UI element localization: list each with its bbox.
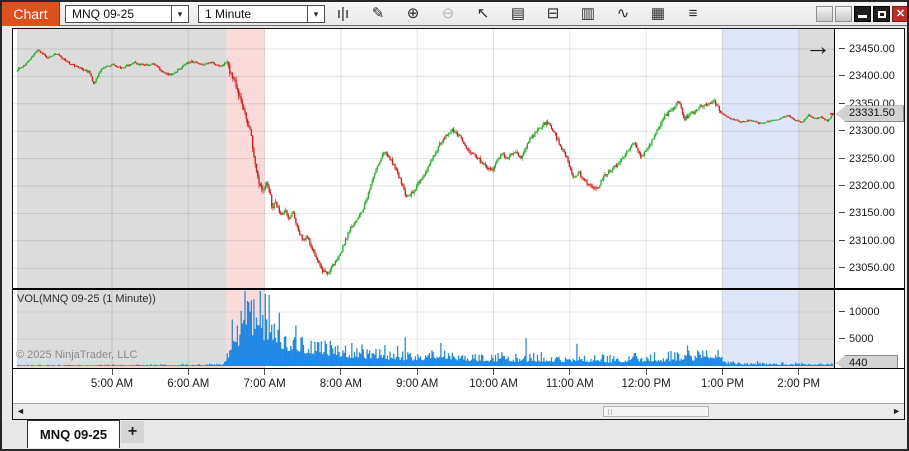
zoom-in-icon[interactable]: ⊕: [401, 3, 425, 25]
time-tick-mark: [112, 369, 113, 375]
scrollbar-thumb[interactable]: [603, 406, 709, 417]
tick-mark: [839, 338, 845, 339]
tick-mark: [839, 103, 845, 104]
cursor-icon[interactable]: ↖: [471, 3, 495, 25]
tick-mark: [839, 212, 845, 213]
window-button-b[interactable]: [835, 6, 852, 22]
time-tick-mark: [417, 369, 418, 375]
maximize-button[interactable]: [873, 6, 890, 22]
maximize-icon: [878, 11, 886, 18]
chart-content: VOL(MNQ 09-25 (1 Minute)) © 2025 NinjaTr…: [12, 28, 905, 420]
minimize-button[interactable]: [854, 6, 871, 22]
toolbar: Chart MNQ 09-25 ▾ 1 Minute ▾ ı|ı ✎ ⊕ ⊖ ↖ ▤ ⊟ ▥ ∿…: [2, 2, 907, 26]
go-to-latest-arrow-icon[interactable]: →: [803, 32, 833, 62]
tick-mark: [839, 75, 845, 76]
time-tick-label: 2:00 PM: [767, 378, 831, 390]
instrument-dropdown[interactable]: MNQ 09-25 ▾: [65, 5, 189, 23]
time-tick-mark: [569, 369, 570, 375]
time-tick-mark: [646, 369, 647, 375]
copyright-text: © 2025 NinjaTrader, LLC: [16, 349, 137, 361]
ninjatrader-chart-window: Chart MNQ 09-25 ▾ 1 Minute ▾ ı|ı ✎ ⊕ ⊖ ↖ ▤ ⊟ ▥ ∿…: [0, 0, 909, 451]
zoom-out-icon[interactable]: ⊖: [436, 3, 460, 25]
data-box-icon[interactable]: ▤: [506, 3, 530, 25]
time-tick-mark: [340, 369, 341, 375]
time-tick-label: 11:00 AM: [538, 378, 602, 390]
time-tick-label: 10:00 AM: [462, 378, 526, 390]
properties-icon[interactable]: ≡: [681, 3, 705, 25]
time-tick-label: 8:00 AM: [309, 378, 373, 390]
order-entry-icon[interactable]: ⊟: [541, 3, 565, 25]
time-tick-label: 1:00 PM: [690, 378, 754, 390]
tab-mnq-09-25[interactable]: MNQ 09-25: [27, 420, 120, 448]
chart-trader-icon[interactable]: ▦: [646, 3, 670, 25]
tick-mark: [839, 48, 845, 49]
time-tick-mark: [188, 369, 189, 375]
tick-mark: [839, 311, 845, 312]
time-tick-label: 7:00 AM: [233, 378, 297, 390]
strategies-icon[interactable]: ∿: [611, 3, 635, 25]
close-button[interactable]: ✕: [892, 6, 909, 22]
add-tab-button[interactable]: +: [121, 421, 144, 443]
time-tick-mark: [722, 369, 723, 375]
window-title: Chart: [2, 2, 60, 26]
instrument-value: MNQ 09-25: [66, 7, 171, 21]
tick-mark: [839, 185, 845, 186]
price-axis[interactable]: 23450.0023400.0023350.0023300.0023250.00…: [834, 29, 904, 368]
window-controls: ✕: [814, 6, 909, 22]
panel-separator[interactable]: [13, 288, 904, 290]
indicators-icon[interactable]: ▥: [576, 3, 600, 25]
time-tick-mark: [264, 369, 265, 375]
minimize-icon: [858, 15, 867, 18]
tick-mark: [839, 267, 845, 268]
time-tick-label: 12:00 PM: [614, 378, 678, 390]
tab-bar: MNQ 09-25 +: [2, 420, 907, 449]
chart-style-icon[interactable]: ı|ı: [331, 3, 355, 25]
interval-dropdown[interactable]: 1 Minute ▾: [198, 5, 325, 23]
tick-mark: [839, 130, 845, 131]
scroll-left-icon[interactable]: ◄: [16, 406, 25, 416]
time-tick-mark: [493, 369, 494, 375]
tick-mark: [839, 240, 845, 241]
chevron-down-icon[interactable]: ▾: [307, 6, 324, 22]
time-tick-label: 9:00 AM: [385, 378, 449, 390]
chevron-down-icon[interactable]: ▾: [171, 6, 188, 22]
toolbar-icons: ı|ı ✎ ⊕ ⊖ ↖ ▤ ⊟ ▥ ∿ ▦ ≡: [331, 3, 716, 25]
window-button-a[interactable]: [816, 6, 833, 22]
scroll-right-icon[interactable]: ►: [892, 406, 901, 416]
draw-tool-icon[interactable]: ✎: [366, 3, 390, 25]
chart-plot-area[interactable]: [13, 29, 834, 368]
tick-mark: [839, 158, 845, 159]
time-axis[interactable]: 5:00 AM 6:00 AM 7:00 AM 8:00 AM 9:00 AM 10:00…: [13, 368, 904, 402]
horizontal-scrollbar[interactable]: ◄ ►: [13, 403, 904, 419]
last-price-badge: 23331.50: [836, 105, 904, 122]
time-tick-label: 6:00 AM: [156, 378, 220, 390]
time-tick-mark: [798, 369, 799, 375]
interval-value: 1 Minute: [199, 7, 307, 21]
volume-indicator-label: VOL(MNQ 09-25 (1 Minute)): [17, 293, 156, 305]
time-tick-label: 5:00 AM: [80, 378, 144, 390]
